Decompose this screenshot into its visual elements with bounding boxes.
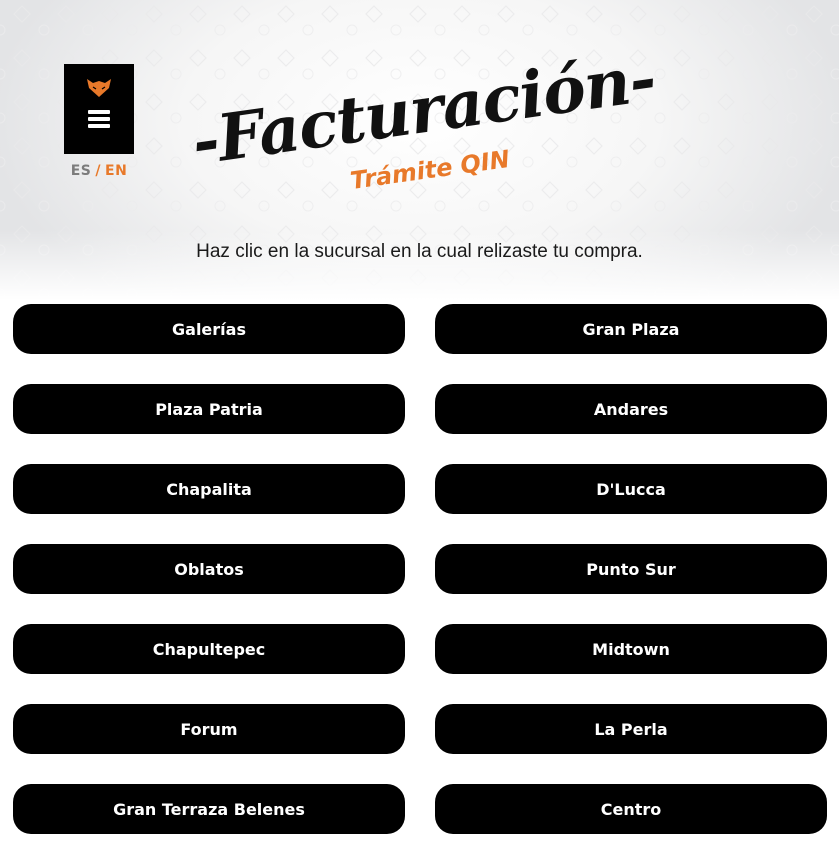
branch-label: Oblatos [174,559,244,579]
branch-label: Plaza Patria [155,399,263,419]
page: ES / EN -Facturación- Trámite QIN Haz clic… [0,0,839,856]
branch-label: Punto Sur [586,559,676,579]
branch-label: Forum [180,719,238,739]
branch-button-oblatos[interactable]: Oblatos [13,544,405,594]
fox-logo-icon [87,79,111,97]
branch-button-forum[interactable]: Forum [13,704,405,754]
branch-label: Midtown [592,639,670,659]
branch-label: Galerías [172,319,246,339]
branch-label: D'Lucca [596,479,666,499]
branch-label: Gran Plaza [582,319,680,339]
branch-label: Centro [600,799,662,819]
branch-button-la-perla[interactable]: La Perla [435,704,827,754]
menu-button[interactable] [64,64,134,154]
branch-button-dlucca[interactable]: D'Lucca [435,464,827,514]
branch-button-chapalita[interactable]: Chapalita [13,464,405,514]
lang-es-link[interactable]: ES [71,163,92,179]
branch-label: Gran Terraza Belenes [113,799,305,819]
branch-button-punto-sur[interactable]: Punto Sur [435,544,827,594]
branch-button-midtown[interactable]: Midtown [435,624,827,674]
page-title-graphic: -Facturación- Trámite QIN [188,41,660,195]
hamburger-menu-icon [88,110,110,128]
branch-button-plaza-patria[interactable]: Plaza Patria [13,384,405,434]
lang-en-link[interactable]: EN [105,163,127,179]
branch-button-gran-terraza-belenes[interactable]: Gran Terraza Belenes [13,784,405,834]
instruction-text: Haz clic en la sucursal en la cual reliz… [196,241,643,262]
branch-label: Chapalita [166,479,252,499]
branch-label: Andares [593,399,669,419]
branch-button-andares[interactable]: Andares [435,384,827,434]
branch-label: Chapultepec [152,639,266,659]
branch-button-centro[interactable]: Centro [435,784,827,834]
language-switcher: ES / EN [64,163,134,179]
branch-label: La Perla [594,719,668,739]
branch-button-chapultepec[interactable]: Chapultepec [13,624,405,674]
branch-button-galerias[interactable]: Galerías [13,304,405,354]
lang-separator: / [95,163,101,179]
branch-button-gran-plaza[interactable]: Gran Plaza [435,304,827,354]
